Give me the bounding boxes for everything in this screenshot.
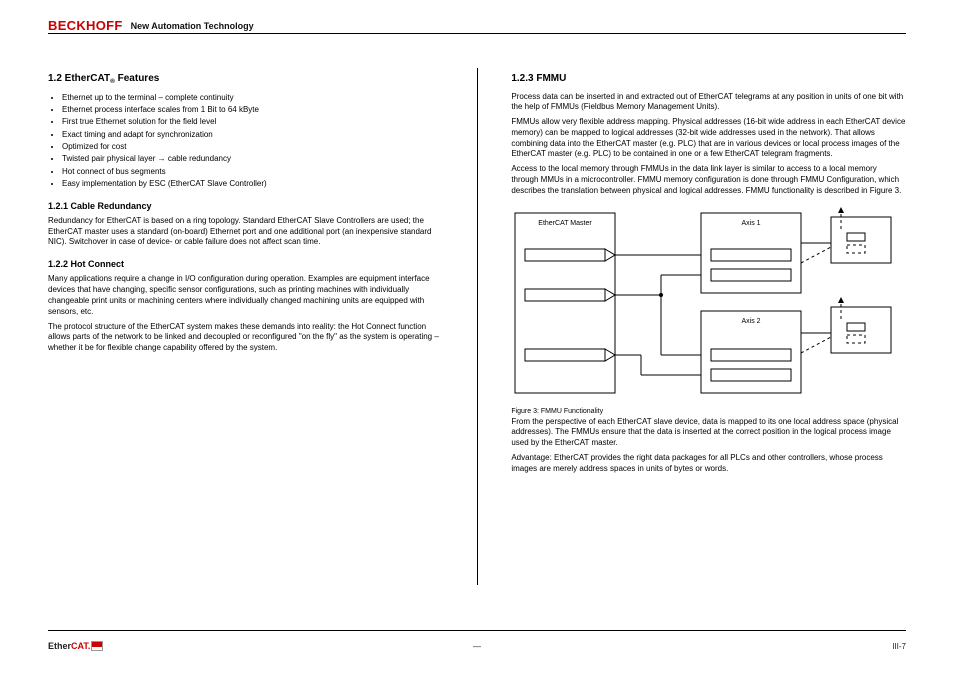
section-title-features: 1.2 EtherCAT® Features	[48, 72, 443, 87]
section-title-hotconnect: 1.2.2 Hot Connect	[48, 258, 443, 270]
body-text: Many applications require a change in I/…	[48, 274, 443, 317]
figure-caption: Figure 3: FMMU Functionality	[511, 407, 603, 416]
fmmu-diagram: EtherCAT Master Axis 1 Axis 2	[511, 203, 911, 403]
left-column: 1.2 EtherCAT® Features Ethernet up to th…	[48, 46, 443, 619]
header-rule	[48, 33, 906, 34]
column-separator	[477, 68, 478, 585]
body-text: Redundancy for EtherCAT is based on a ri…	[48, 216, 443, 248]
list-item: Optimized for cost	[62, 142, 443, 153]
section-title-fmmu: 1.2.3 FMMU	[511, 72, 906, 86]
body-text: The protocol structure of the EtherCAT s…	[48, 322, 443, 354]
figure-fmmu: EtherCAT Master Axis 1 Axis 2	[511, 203, 906, 413]
body-text: From the perspective of each EtherCAT sl…	[511, 417, 906, 449]
footer-center: —	[473, 642, 481, 651]
footer: EtherCAT. — III-7	[48, 641, 906, 651]
brand-tagline: New Automation Technology	[131, 21, 254, 31]
body-text: Access to the local memory through FMMUs…	[511, 164, 906, 196]
ethercat-flag-icon	[92, 642, 102, 650]
features-list: Ethernet up to the terminal – complete c…	[62, 93, 443, 190]
list-item: First true Ethernet solution for the fie…	[62, 117, 443, 128]
list-item: Ethernet process interface scales from 1…	[62, 105, 443, 116]
content-area: 1.2 EtherCAT® Features Ethernet up to th…	[48, 46, 906, 619]
header: BECKHOFF New Automation Technology	[48, 18, 906, 33]
list-item: Twisted pair physical layer → cable redu…	[62, 154, 443, 165]
body-text: Process data can be inserted in and extr…	[511, 92, 906, 114]
page: BECKHOFF New Automation Technology 1.2 E…	[0, 0, 954, 675]
list-item: Ethernet up to the terminal – complete c…	[62, 93, 443, 104]
diagram-label: Axis 1	[742, 220, 761, 227]
page-number: III-7	[892, 642, 906, 651]
body-text: Advantage: EtherCAT provides the right d…	[511, 453, 906, 475]
list-item: Hot connect of bus segments	[62, 167, 443, 178]
list-item: Exact timing and adapt for synchronizati…	[62, 130, 443, 141]
footer-rule	[48, 630, 906, 631]
section-title-redundancy: 1.2.1 Cable Redundancy	[48, 200, 443, 212]
right-column: 1.2.3 FMMU Process data can be inserted …	[511, 46, 906, 619]
diagram-label: EtherCAT Master	[539, 220, 593, 227]
brand-logo: BECKHOFF	[48, 18, 123, 33]
diagram-label: Axis 2	[742, 318, 761, 325]
list-item: Easy implementation by ESC (EtherCAT Sla…	[62, 179, 443, 190]
body-text: FMMUs allow very flexible address mappin…	[511, 117, 906, 160]
ethercat-logo: EtherCAT.	[48, 641, 90, 651]
